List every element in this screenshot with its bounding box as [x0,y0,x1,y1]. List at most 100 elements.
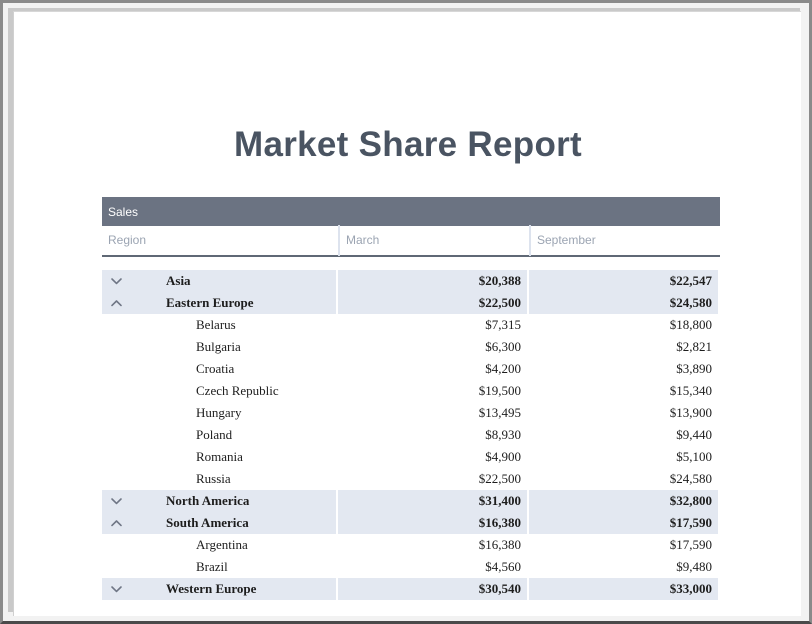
table-row: Argentina $16,380 $17,590 [102,534,720,556]
cell-region: Western Europe [102,578,336,600]
cell-march: $31,400 [338,490,527,512]
cell-september: $5,100 [529,446,718,468]
row-label: Croatia [102,361,234,377]
cell-region: South America [102,512,336,534]
row-label: Bulgaria [102,339,241,355]
chevron-down-icon[interactable] [108,578,124,600]
row-label: Czech Republic [102,383,279,399]
cell-region: Hungary [102,402,336,424]
cell-september: $15,340 [529,380,718,402]
cell-september: $9,480 [529,556,718,578]
value-march: $8,930 [485,427,521,443]
table-row: Brazil$4,560$9,480 [102,556,720,578]
cell-region: North America [102,490,336,512]
table-row: Czech Republic $19,500 $15,340 [102,380,720,402]
cell-region: Romania [102,446,336,468]
band-header-label: Sales [102,205,138,219]
value-march: $31,400 [479,493,521,509]
table-body: Asia $20,388 $22,547 Eastern Europe $22,500 $… [102,270,720,600]
cell-march: $4,560 [338,556,527,578]
chevron-down-icon[interactable] [108,270,124,292]
value-september: $5,100 [676,449,712,465]
market-share-table: Sales Region March September Asia $20,388… [102,197,720,600]
cell-march: $7,315 [338,314,527,336]
cell-september: $24,580 [529,292,718,314]
cell-march: $6,300 [338,336,527,358]
cell-march: $30,540 [338,578,527,600]
cell-region: Croatia [102,358,336,380]
row-label: North America [102,493,249,509]
table-column-header-row: Region March September [102,226,720,257]
table-group-row[interactable]: Eastern Europe $22,500 $24,580 [102,292,720,314]
value-march: $19,500 [479,383,521,399]
column-header-september[interactable]: September [529,225,720,256]
value-march: $13,495 [479,405,521,421]
row-label: Western Europe [102,581,256,597]
table-group-row[interactable]: Western Europe $30,540 $33,000 [102,578,720,600]
table-group-row[interactable]: Asia $20,388 $22,547 [102,270,720,292]
value-september: $32,800 [670,493,712,509]
cell-september: $17,590 [529,512,718,534]
row-label: Russia [102,471,231,487]
cell-september: $33,000 [529,578,718,600]
report-page: Market Share Report Sales Region March S… [13,11,801,616]
table-group-row[interactable]: North America $31,400 $32,800 [102,490,720,512]
value-september: $15,340 [670,383,712,399]
cell-march: $4,200 [338,358,527,380]
page-title: Market Share Report [14,125,802,165]
cell-region: Bulgaria [102,336,336,358]
cell-march: $16,380 [338,534,527,556]
value-september: $24,580 [670,471,712,487]
table-group-row[interactable]: South America $16,380 $17,590 [102,512,720,534]
cell-region: Russia [102,468,336,490]
value-september: $22,547 [670,273,712,289]
row-label: Poland [102,427,232,443]
cell-september: $2,821 [529,336,718,358]
chevron-up-icon[interactable] [108,512,124,534]
table-row: Bulgaria $6,300 $2,821 [102,336,720,358]
table-row: Poland $8,930 $9,440 [102,424,720,446]
value-september: $33,000 [670,581,712,597]
value-march: $20,388 [479,273,521,289]
table-header-gap [102,257,720,270]
cell-region: Belarus [102,314,336,336]
cell-march: $20,388 [338,270,527,292]
cell-region: Brazil [102,556,336,578]
cell-region: Eastern Europe [102,292,336,314]
value-september: $2,821 [676,339,712,355]
value-march: $7,315 [485,317,521,333]
cell-region: Asia [102,270,336,292]
value-september: $17,590 [670,515,712,531]
cell-march: $19,500 [338,380,527,402]
value-march: $16,380 [479,515,521,531]
cell-march: $22,500 [338,292,527,314]
cell-september: $22,547 [529,270,718,292]
row-label: South America [102,515,249,531]
value-march: $22,500 [479,295,521,311]
value-september: $18,800 [670,317,712,333]
value-september: $13,900 [670,405,712,421]
cell-region: Czech Republic [102,380,336,402]
chevron-up-icon[interactable] [108,292,124,314]
value-september: $24,580 [670,295,712,311]
cell-september: $3,890 [529,358,718,380]
cell-september: $32,800 [529,490,718,512]
column-header-march[interactable]: March [338,225,529,256]
chevron-down-icon[interactable] [108,490,124,512]
row-label: Romania [102,449,243,465]
value-march: $30,540 [479,581,521,597]
value-march: $22,500 [479,471,521,487]
cell-region: Poland [102,424,336,446]
row-label: Argentina [102,537,248,553]
cell-march: $22,500 [338,468,527,490]
row-label: Hungary [102,405,242,421]
row-label: Belarus [102,317,236,333]
value-september: $9,440 [676,427,712,443]
value-march: $16,380 [479,537,521,553]
cell-march: $16,380 [338,512,527,534]
column-header-region[interactable]: Region [102,225,338,256]
cell-september: $18,800 [529,314,718,336]
row-label: Eastern Europe [102,295,254,311]
cell-march: $13,495 [338,402,527,424]
value-september: $17,590 [670,537,712,553]
